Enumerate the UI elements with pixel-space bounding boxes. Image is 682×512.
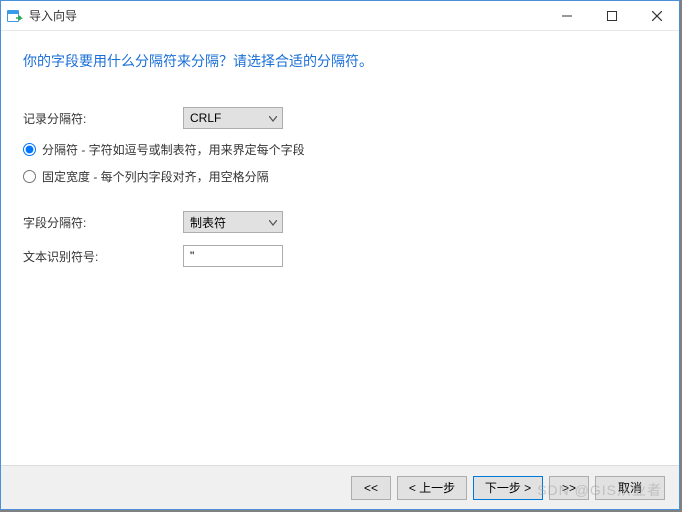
chevron-down-icon [269,111,277,125]
radio-fixed-input[interactable] [23,170,36,183]
titlebar: 导入向导 [1,1,679,31]
radio-delimited-label: 分隔符 - 字符如逗号或制表符，用来界定每个字段 [42,141,305,158]
record-separator-value: CRLF [190,111,221,125]
cancel-button[interactable]: 取消 [595,476,665,500]
record-separator-row: 记录分隔符: CRLF [23,107,657,129]
field-separator-label: 字段分隔符: [23,214,183,231]
first-button[interactable]: << [351,476,391,500]
text-qualifier-label: 文本识别符号: [23,248,183,265]
window-icon [7,8,23,24]
record-separator-select[interactable]: CRLF [183,107,283,129]
close-button[interactable] [634,1,679,31]
radio-delimited-input[interactable] [23,143,36,156]
field-separator-row: 字段分隔符: 制表符 [23,211,657,233]
minimize-button[interactable] [544,1,589,31]
wizard-heading: 你的字段要用什么分隔符来分隔？请选择合适的分隔符。 [23,51,657,71]
maximize-button[interactable] [589,1,634,31]
text-qualifier-input[interactable] [183,245,283,267]
prev-button[interactable]: < 上一步 [397,476,467,500]
text-qualifier-row: 文本识别符号: [23,245,657,267]
last-button[interactable]: >> [549,476,589,500]
wizard-footer: << < 上一步 下一步 > >> 取消 [1,465,679,509]
radio-fixed[interactable]: 固定宽度 - 每个列内字段对齐，用空格分隔 [23,168,657,185]
import-wizard-window: 导入向导 你的字段要用什么分隔符来分隔？请选择合适的分隔符。 记录分隔符: CR… [0,0,680,510]
content-area: 你的字段要用什么分隔符来分隔？请选择合适的分隔符。 记录分隔符: CRLF 分隔… [1,31,679,465]
record-separator-label: 记录分隔符: [23,110,183,127]
radio-delimited[interactable]: 分隔符 - 字符如逗号或制表符，用来界定每个字段 [23,141,657,158]
chevron-down-icon [269,215,277,229]
window-title: 导入向导 [29,7,77,24]
field-separator-select[interactable]: 制表符 [183,211,283,233]
next-button[interactable]: 下一步 > [473,476,543,500]
radio-fixed-label: 固定宽度 - 每个列内字段对齐，用空格分隔 [42,168,269,185]
format-radio-group: 分隔符 - 字符如逗号或制表符，用来界定每个字段 固定宽度 - 每个列内字段对齐… [23,141,657,195]
field-separator-value: 制表符 [190,214,226,231]
